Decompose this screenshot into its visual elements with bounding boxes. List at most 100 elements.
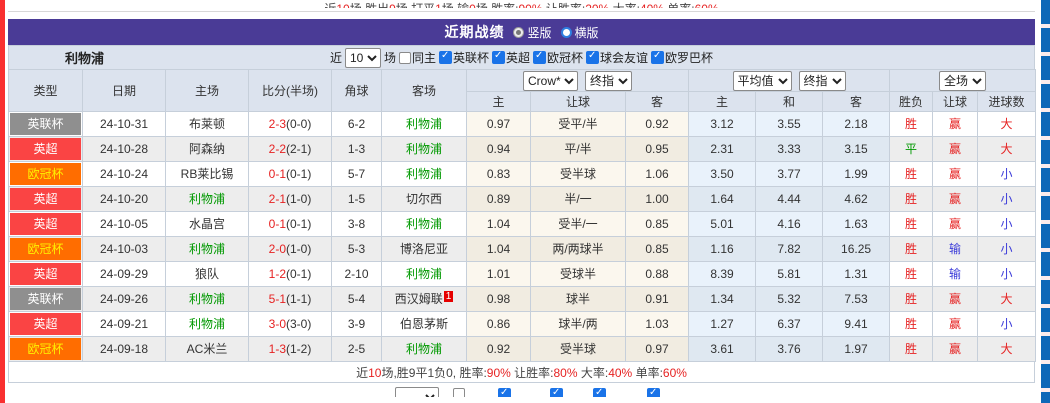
- crow-home-odds: 0.83: [466, 161, 531, 187]
- handicap-result: 赢: [932, 111, 979, 137]
- away-team: 切尔西: [381, 186, 467, 212]
- crow-away-odds: 0.95: [624, 136, 690, 162]
- same-home-filter[interactable]: 同主: [398, 49, 436, 66]
- match-row: 欧冠杯 24-10-03 利物浦 2-0(1-0) 5-3 博洛尼亚 1.04 两/两球半 0.…: [8, 236, 1037, 262]
- match-result: 胜: [889, 286, 934, 312]
- checkbox-checked-icon[interactable]: [492, 50, 505, 64]
- col-header-goals: 进球数: [977, 91, 1037, 112]
- match-score: 2-2(2-1): [248, 136, 332, 162]
- league-filter[interactable]: 英超: [492, 49, 530, 66]
- avg-draw-odds: 3.76: [755, 336, 824, 362]
- away-team: 利物浦: [381, 161, 467, 187]
- checkbox-checked-icon[interactable]: [647, 387, 660, 397]
- match-scope-select[interactable]: 全场: [939, 70, 987, 91]
- handicap-result: 赢: [932, 136, 979, 162]
- col-header-crow-away: 客: [624, 91, 690, 112]
- checkbox-checked-icon[interactable]: [550, 387, 563, 397]
- match-result: 胜: [889, 186, 934, 212]
- league-filter[interactable]: 球会友谊: [586, 49, 648, 66]
- near-label: 近: [329, 51, 342, 65]
- corner-score: 5-3: [331, 236, 382, 262]
- away-team: 利物浦: [381, 261, 467, 287]
- crow-home-odds: 0.97: [466, 111, 531, 137]
- league-filter[interactable]: 欧罗巴杯: [651, 49, 713, 66]
- radio-unselected-icon[interactable]: [560, 26, 572, 38]
- match-score: 2-0(1-0): [248, 236, 332, 262]
- match-row: 英联杯 24-09-26 利物浦 5-1(1-1) 5-4 西汉姆联 1 0.98 球半 0.91…: [8, 286, 1037, 312]
- avg-home-odds: 3.12: [688, 111, 757, 137]
- handicap-result: 赢: [932, 286, 979, 312]
- home-team: 布莱顿: [165, 111, 249, 137]
- handicap-result: 输: [932, 236, 979, 262]
- corner-score: 2-5: [331, 336, 382, 362]
- avg-odds-select[interactable]: 平均值: [732, 70, 792, 91]
- corner-score: 2-10: [331, 261, 382, 287]
- crow-final-select[interactable]: 终指: [585, 70, 633, 91]
- next-recent-count-select[interactable]: [395, 387, 439, 397]
- summary-line: 近10场,胜9平1负0, 胜率:90% 让胜率:80% 大率:40% 单率:60…: [356, 364, 687, 381]
- next-section-clipped-filter: [8, 385, 1035, 397]
- avg-home-odds: 3.61: [688, 336, 757, 362]
- crow-away-odds: 0.85: [624, 211, 690, 237]
- checkbox-checked-icon[interactable]: [593, 387, 606, 397]
- away-team: 利物浦: [381, 336, 467, 362]
- avg-draw-odds: 5.81: [755, 261, 824, 287]
- handicap-line: 球半: [530, 286, 626, 312]
- goals-result: 大: [977, 111, 1037, 137]
- match-result: 平: [889, 136, 934, 162]
- layout-radio-horizontal[interactable]: 横版: [560, 24, 599, 41]
- page-left-border: [0, 0, 5, 403]
- league-type-badge: 英联杯: [8, 111, 83, 137]
- avg-away-odds: 7.53: [822, 286, 891, 312]
- stat-label: 近: [356, 365, 369, 380]
- stat-value: 90%: [486, 365, 511, 380]
- checkbox-checked-icon[interactable]: [498, 387, 511, 397]
- avg-away-odds: 1.97: [822, 336, 891, 362]
- checkbox-unchecked-icon[interactable]: [398, 51, 411, 64]
- crow-away-odds: 0.88: [624, 261, 690, 287]
- avg-final-select[interactable]: 终指: [798, 70, 846, 91]
- league-filter[interactable]: 英联杯: [438, 49, 489, 66]
- section-title: 近期战绩: [444, 24, 505, 40]
- stat-value: 80%: [553, 365, 578, 380]
- previous-section-stats: 近10场,胜出9场,打平1场,输0场,胜率:90% 让胜率:20% 大率:40%…: [8, 0, 1035, 8]
- checkbox-checked-icon[interactable]: [651, 50, 665, 64]
- home-team: 水晶宫: [165, 211, 249, 237]
- league-type-badge: 欧冠杯: [8, 236, 83, 262]
- avg-draw-odds: 3.55: [755, 111, 824, 137]
- checkbox-checked-icon[interactable]: [533, 50, 547, 64]
- stat-label: 场,胜出: [350, 2, 389, 8]
- checkbox-unchecked-icon[interactable]: [453, 388, 465, 397]
- goals-result: 大: [977, 136, 1037, 162]
- col-header-handicap-result: 让球: [932, 91, 979, 112]
- goals-result: 大: [977, 286, 1037, 312]
- stat-label: 场,胜率:: [476, 2, 519, 8]
- crow-away-odds: 1.03: [624, 311, 690, 337]
- corner-score: 5-4: [331, 286, 382, 312]
- radio-selected-icon[interactable]: [513, 26, 525, 38]
- crow-odds-select[interactable]: Crow*: [523, 70, 579, 91]
- checkbox-checked-icon[interactable]: [586, 50, 600, 64]
- crow-home-odds: 1.04: [466, 236, 531, 262]
- recent-count-select[interactable]: 10: [344, 47, 381, 68]
- match-score: 1-2(0-1): [248, 261, 332, 287]
- handicap-line: 受半球: [530, 336, 626, 362]
- avg-draw-odds: 3.77: [755, 161, 824, 187]
- match-result: 胜: [889, 311, 934, 337]
- league-filter[interactable]: 欧冠杯: [533, 49, 583, 66]
- handicap-line: 平/半: [530, 136, 626, 162]
- away-team: 利物浦: [381, 136, 467, 162]
- league-filter-label: 欧罗巴杯: [665, 51, 714, 65]
- corner-score: 1-3: [331, 136, 382, 162]
- checkbox-checked-icon[interactable]: [438, 50, 452, 64]
- corner-score: 3-9: [331, 311, 382, 337]
- stat-label: 近: [324, 2, 336, 8]
- avg-away-odds: 2.18: [822, 111, 891, 137]
- handicap-odds-group-header: Crow* 终指: [465, 69, 690, 92]
- stat-value: 10: [368, 365, 382, 380]
- layout-radio-vertical[interactable]: 竖版: [513, 24, 552, 41]
- filter-controls: 近 10 场 同主 英联杯 英超 欧冠杯 球会友谊 欧罗巴杯: [329, 47, 713, 68]
- col-header-score: 比分(半场): [248, 69, 332, 112]
- stat-label: 让胜率:: [543, 2, 585, 8]
